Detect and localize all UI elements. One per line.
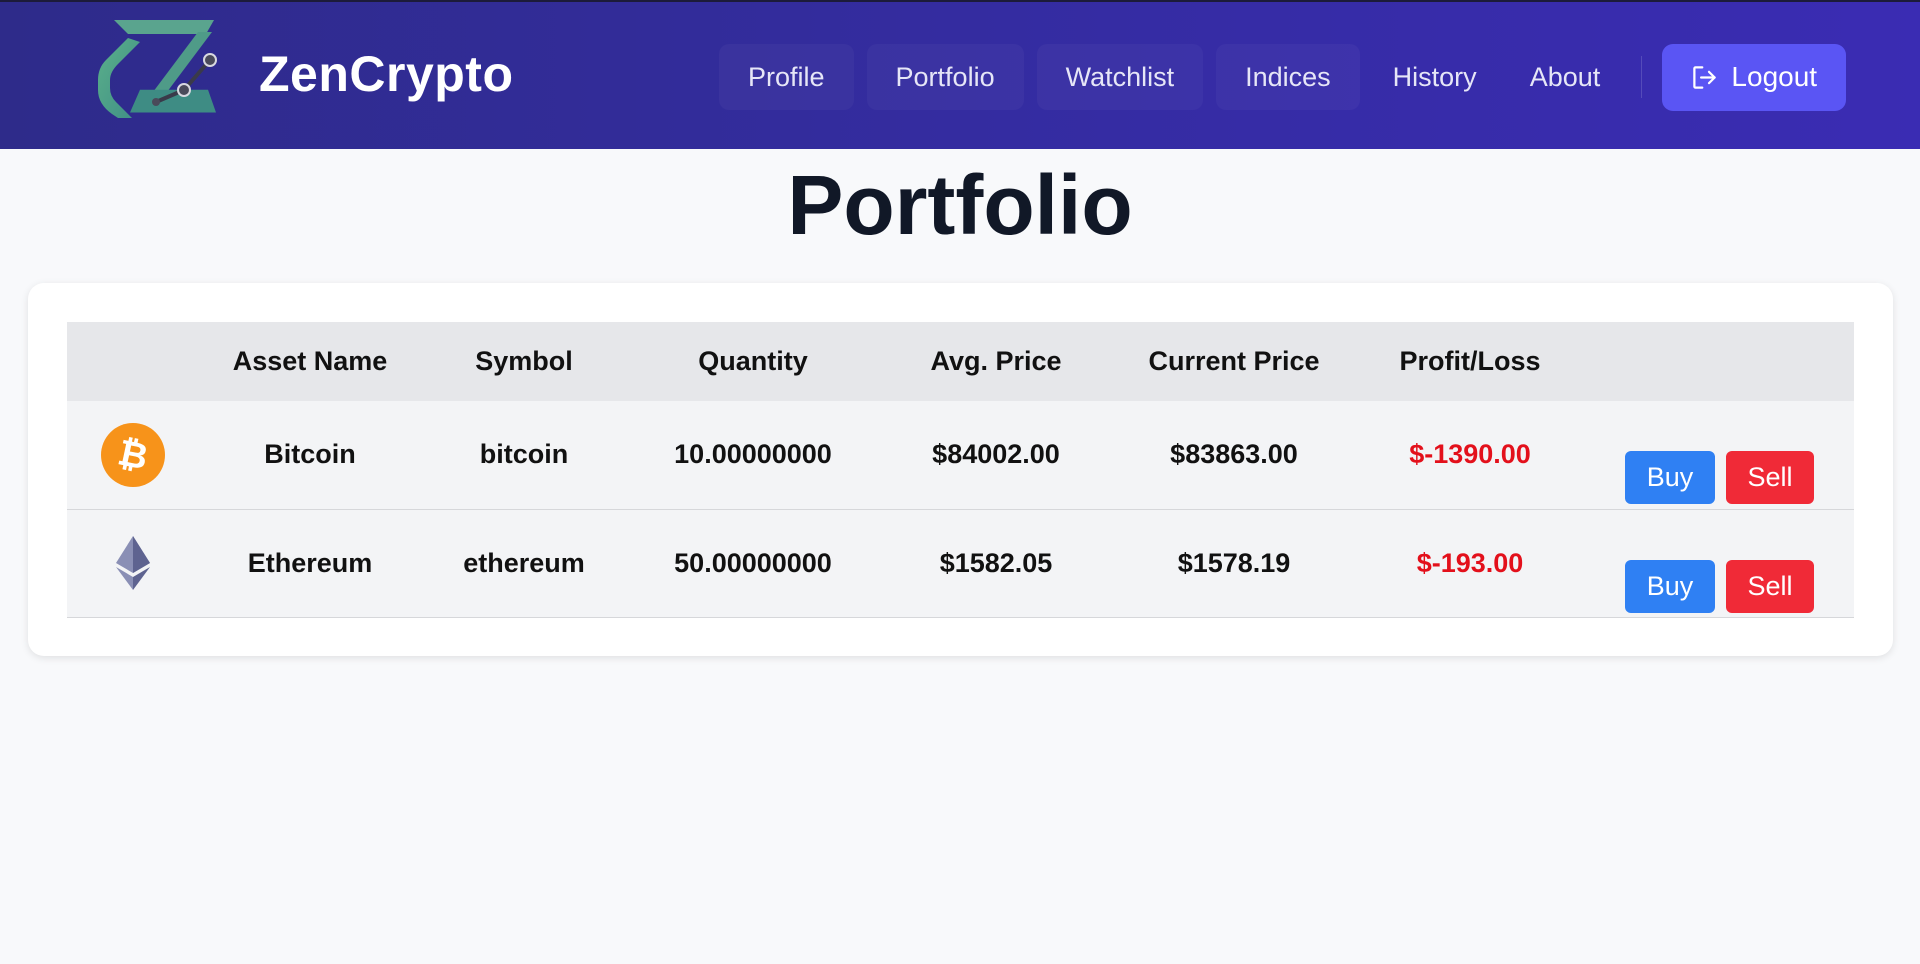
zencrypto-logo-icon bbox=[98, 20, 217, 118]
asset-quantity: 10.00000000 bbox=[674, 439, 832, 470]
nav-divider bbox=[1641, 56, 1643, 98]
table-row: ₿ Bitcoin bitcoin 10.00000000 $84002.00 … bbox=[67, 401, 1854, 509]
nav-item-portfolio[interactable]: Portfolio bbox=[867, 44, 1024, 110]
asset-icon-cell bbox=[67, 509, 199, 617]
header-current-price[interactable]: Current Price bbox=[1113, 322, 1355, 401]
nav-menu: Profile Portfolio Watchlist Indices Hist… bbox=[719, 43, 1847, 111]
page-title: Portfolio bbox=[787, 158, 1133, 252]
brand-name: ZenCrypto bbox=[259, 46, 514, 102]
nav-item-indices[interactable]: Indices bbox=[1216, 44, 1360, 110]
asset-symbol: ethereum bbox=[463, 547, 585, 578]
asset-name: Ethereum bbox=[247, 547, 373, 578]
asset-icon-cell: ₿ bbox=[67, 401, 199, 509]
asset-current-price: $1578.19 bbox=[1177, 547, 1291, 578]
asset-avg-price: $84002.00 bbox=[932, 439, 1060, 470]
asset-profit-loss: $-193.00 bbox=[1416, 547, 1524, 578]
table-header-row: Asset Name Symbol Quantity Avg. Price Cu… bbox=[67, 322, 1854, 401]
nav-item-watchlist[interactable]: Watchlist bbox=[1037, 44, 1204, 110]
header-profit-loss[interactable]: Profit/Loss bbox=[1355, 322, 1585, 401]
nav-item-history[interactable]: History bbox=[1373, 44, 1497, 110]
sell-button[interactable]: Sell bbox=[1726, 559, 1814, 613]
buy-button[interactable]: Buy bbox=[1625, 451, 1715, 504]
asset-profit-loss: $-1390.00 bbox=[1409, 439, 1531, 470]
header-quantity[interactable]: Quantity bbox=[627, 322, 879, 401]
header-actions bbox=[1585, 322, 1854, 401]
asset-current-price: $83863.00 bbox=[1170, 439, 1298, 470]
asset-name: Bitcoin bbox=[264, 439, 356, 470]
ethereum-icon bbox=[116, 536, 150, 590]
buy-button[interactable]: Buy bbox=[1625, 559, 1715, 613]
header-avg-price[interactable]: Avg. Price bbox=[879, 322, 1113, 401]
brand-link[interactable]: ZenCrypto bbox=[88, 18, 514, 130]
asset-actions: Buy Sell bbox=[1585, 401, 1854, 509]
nav-item-profile[interactable]: Profile bbox=[719, 44, 854, 110]
header-asset-name[interactable]: Asset Name bbox=[199, 322, 421, 401]
logout-icon bbox=[1693, 65, 1717, 89]
logout-label: Logout bbox=[1731, 61, 1818, 92]
asset-actions: Buy Sell bbox=[1585, 509, 1854, 617]
portfolio-card: Asset Name Symbol Quantity Avg. Price Cu… bbox=[28, 283, 1893, 656]
asset-avg-price: $1582.05 bbox=[939, 547, 1053, 578]
bitcoin-icon: ₿ bbox=[101, 422, 165, 487]
portfolio-table: Asset Name Symbol Quantity Avg. Price Cu… bbox=[67, 322, 1854, 618]
table-row: Ethereum ethereum 50.00000000 $1582.05 $… bbox=[67, 509, 1854, 617]
navbar: ZenCrypto Profile Portfolio Watchlist In… bbox=[0, 0, 1920, 149]
asset-quantity: 50.00000000 bbox=[674, 547, 832, 578]
nav-item-about[interactable]: About bbox=[1510, 44, 1621, 110]
header-icon bbox=[67, 322, 199, 401]
asset-symbol: bitcoin bbox=[479, 439, 569, 470]
logout-button[interactable]: Logout bbox=[1662, 43, 1847, 111]
header-symbol[interactable]: Symbol bbox=[421, 322, 627, 401]
sell-button[interactable]: Sell bbox=[1726, 451, 1814, 504]
